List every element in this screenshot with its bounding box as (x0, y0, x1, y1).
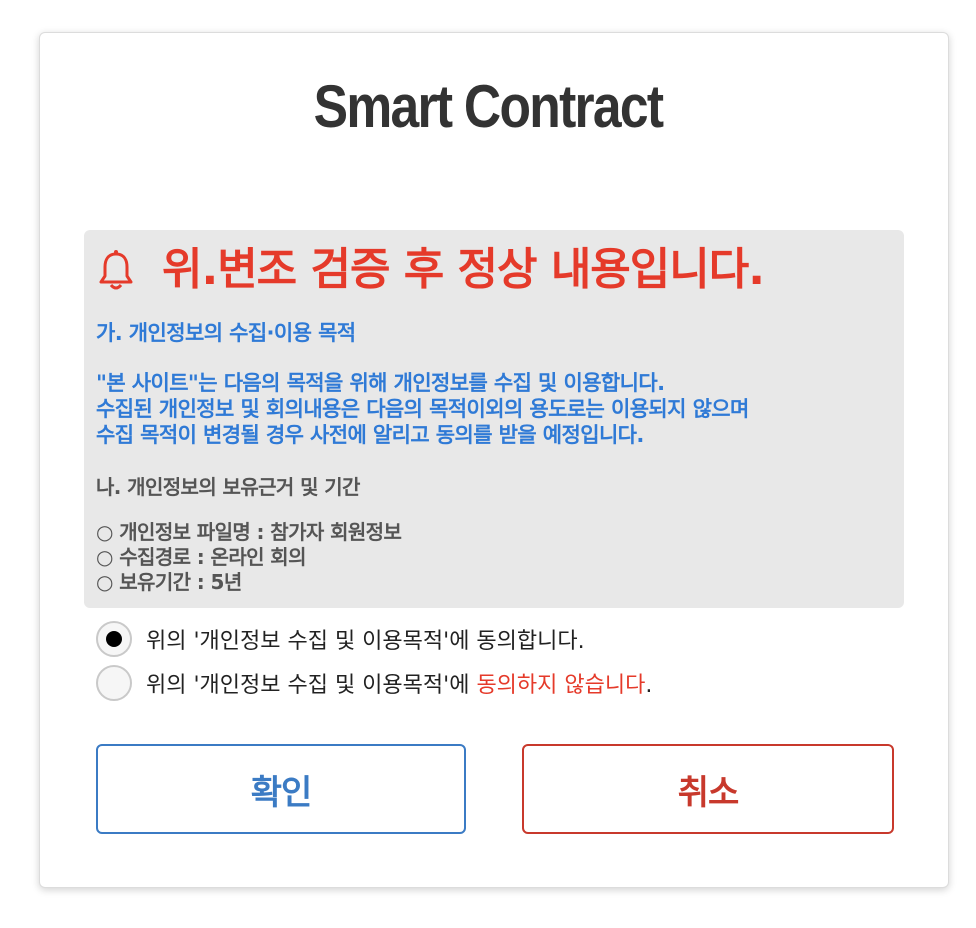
section-b-list: ○ 개인정보 파일명 : 참가자 회원정보 ○ 수집경로 : 온라인 회의 ○ … (96, 520, 402, 595)
section-a-line: "본 사이트"는 다음의 목적을 위해 개인정보를 수집 및 이용합니다. (96, 371, 665, 395)
section-b-title: 나. 개인정보의 보유근거 및 기간 (96, 475, 360, 499)
agree-radio[interactable] (96, 621, 132, 657)
disagree-option[interactable]: 위의 '개인정보 수집 및 이용목적'에 동의하지 않습니다. (96, 665, 652, 701)
notice-headline: 위.변조 검증 후 정상 내용입니다. (162, 244, 765, 295)
cancel-button[interactable]: 취소 (522, 744, 894, 834)
section-a-line: 수집 목적이 변경될 경우 사전에 알리고 동의를 받을 예정입니다. (96, 423, 644, 447)
list-item: ○ 보유기간 : 5년 (96, 570, 242, 594)
bell-icon (99, 250, 133, 290)
list-item: ○ 개인정보 파일명 : 참가자 회원정보 (96, 520, 402, 544)
disagree-radio[interactable] (96, 665, 132, 701)
app-title: Smart Contract (313, 73, 664, 140)
confirm-button[interactable]: 확인 (96, 744, 466, 834)
agree-label[interactable]: 위의 '개인정보 수집 및 이용목적'에 동의합니다. (146, 623, 585, 655)
radio-selected-dot (106, 631, 122, 647)
agree-option[interactable]: 위의 '개인정보 수집 및 이용목적'에 동의합니다. (96, 621, 585, 657)
section-a-line: 수집된 개인정보 및 회의내용은 다음의 목적이외의 용도로는 이용되지 않으며 (96, 397, 749, 421)
section-a-body: "본 사이트"는 다음의 목적을 위해 개인정보를 수집 및 이용합니다. 수집… (96, 370, 749, 448)
verification-notice-panel: 위.변조 검증 후 정상 내용입니다. 가. 개인정보의 수집·이용 목적 "본… (84, 230, 904, 608)
disagree-label[interactable]: 위의 '개인정보 수집 및 이용목적'에 동의하지 않습니다. (146, 667, 652, 699)
notice-header: 위.변조 검증 후 정상 내용입니다. (96, 244, 765, 296)
disagree-label-suffix: . (645, 673, 653, 698)
disagree-label-emphasis: 동의하지 않습니다 (476, 673, 646, 698)
section-a-title: 가. 개인정보의 수집·이용 목적 (96, 321, 356, 345)
disagree-label-prefix: 위의 '개인정보 수집 및 이용목적'에 (146, 673, 477, 698)
list-item: ○ 수집경로 : 온라인 회의 (96, 545, 307, 569)
